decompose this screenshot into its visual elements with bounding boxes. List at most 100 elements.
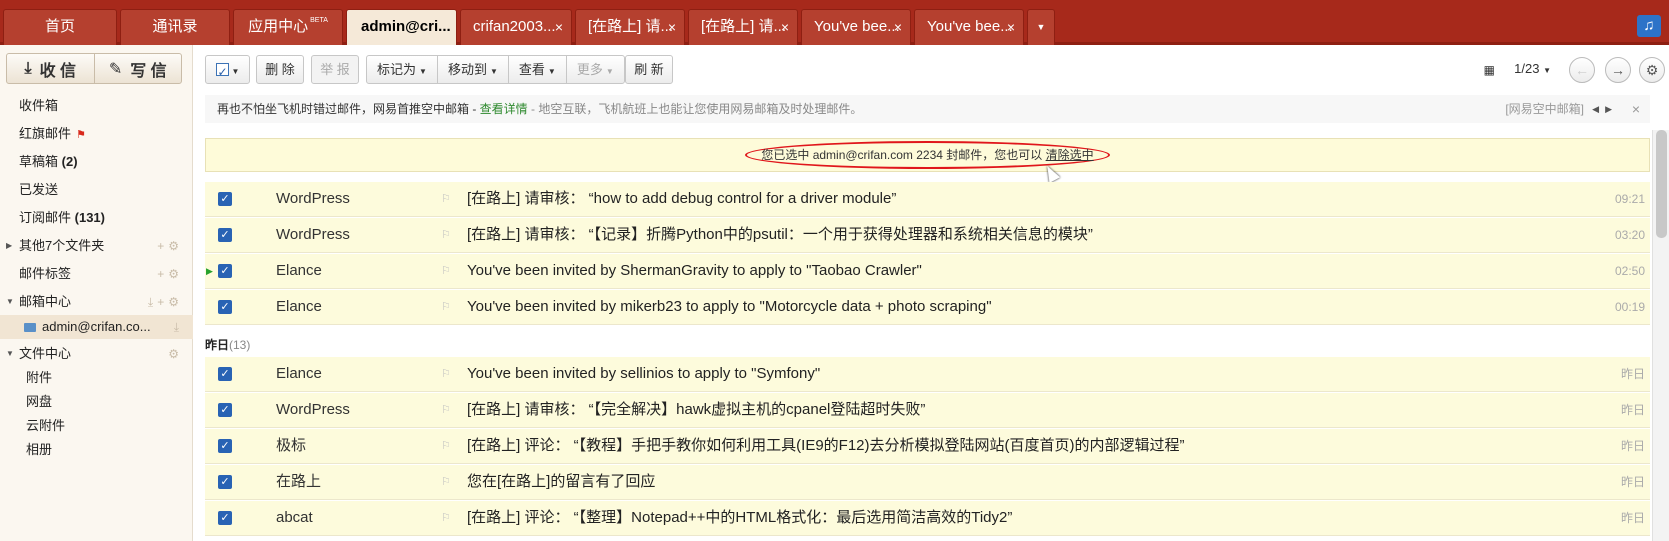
sidebar-item-subscriptions[interactable]: 订阅邮件 (131)	[0, 206, 193, 230]
mail-subject[interactable]: [在路上] 请审核： “【完全解决】hawk虚拟主机的cpanel登陆超时失败”	[467, 393, 925, 427]
scrollbar-thumb[interactable]	[1656, 130, 1667, 238]
row-checkbox[interactable]: ✓	[218, 439, 232, 453]
sidebar-item-cloud-attachments[interactable]: 云附件	[0, 414, 193, 438]
flag-icon[interactable]: ⚐	[441, 290, 451, 324]
mail-row[interactable]: ✓ WordPress ⚐ [在路上] 请审核： “【记录】折腾Python中的…	[205, 218, 1650, 253]
mail-subject[interactable]: You've been invited by ShermanGravity to…	[467, 254, 922, 288]
flag-icon[interactable]: ⚐	[441, 182, 451, 216]
page-selector[interactable]: 1/23 ▼	[1514, 61, 1551, 76]
tab-contacts[interactable]: 通讯录	[120, 9, 230, 45]
mail-row[interactable]: ▶ ✓ Elance ⚐ You've been invited by Sher…	[205, 254, 1650, 289]
sidebar-item-drafts[interactable]: 草稿箱 (2)	[0, 150, 193, 174]
close-icon[interactable]: ×	[1007, 10, 1015, 44]
flag-icon[interactable]: ⚐	[441, 393, 451, 427]
chevron-down-icon[interactable]: ▼	[6, 290, 14, 314]
row-checkbox[interactable]: ✓	[218, 511, 232, 525]
chevron-down-icon[interactable]: ▼	[6, 342, 14, 366]
scrollbar[interactable]	[1652, 130, 1669, 541]
mail-row[interactable]: ✓ abcat ⚐ [在路上] 评论： “【整理】Notepad++中的HTML…	[205, 501, 1650, 536]
flag-icon[interactable]: ⚐	[441, 357, 451, 391]
tab-mail[interactable]: You've bee... ×	[801, 9, 911, 45]
next-page-button[interactable]: →	[1605, 57, 1631, 83]
mail-row[interactable]: ✓ Elance ⚐ You've been invited by sellin…	[205, 357, 1650, 392]
mark-as-dropdown[interactable]: 标记为 ▼	[367, 56, 437, 83]
delete-button[interactable]: 删 除	[256, 55, 304, 84]
tab-mail[interactable]: [在路上] 请... ×	[688, 9, 798, 45]
sidebar-item-inbox[interactable]: 收件箱	[0, 94, 193, 118]
sidebar-item-other-folders[interactable]: ▶ 其他7个文件夹 +⚙	[0, 234, 193, 258]
refresh-button[interactable]: 刷 新	[625, 55, 673, 84]
sidebar-item-attachments[interactable]: 附件	[0, 366, 193, 390]
sidebar-item-flagged[interactable]: 红旗邮件 ⚑	[0, 122, 193, 146]
mail-subject[interactable]: [在路上] 请审核： “how to add debug control for…	[467, 182, 896, 216]
notice-details-link[interactable]: 查看详情	[480, 102, 528, 116]
row-checkbox[interactable]: ✓	[218, 403, 232, 417]
move-to-dropdown[interactable]: 移动到 ▼	[436, 56, 508, 83]
mail-subject[interactable]: 您在[在路上]的留言有了回应	[467, 465, 655, 499]
tab-app-center[interactable]: 应用中心 BETA	[233, 9, 343, 45]
flag-icon[interactable]: ⚐	[441, 465, 451, 499]
mail-row[interactable]: ✓ WordPress ⚐ [在路上] 请审核： “【完全解决】hawk虚拟主机…	[205, 393, 1650, 428]
folder-actions[interactable]: +⚙	[157, 234, 183, 258]
row-checkbox[interactable]: ✓	[218, 192, 232, 206]
close-icon[interactable]: ×	[781, 10, 789, 44]
mail-row[interactable]: ✓ Elance ⚐ You've been invited by mikerb…	[205, 290, 1650, 325]
flag-icon[interactable]: ⚐	[441, 429, 451, 463]
row-checkbox[interactable]: ✓	[218, 264, 232, 278]
sidebar-item-albums[interactable]: 相册	[0, 438, 193, 462]
view-dropdown[interactable]: 查看 ▼	[507, 56, 566, 83]
more-dropdown[interactable]: 更多 ▼	[565, 56, 624, 83]
close-icon[interactable]: ×	[668, 10, 676, 44]
report-button[interactable]: 举 报	[311, 55, 359, 84]
label-actions[interactable]: +⚙	[157, 262, 183, 286]
tab-mail[interactable]: [在路上] 请... ×	[575, 9, 685, 45]
mail-row[interactable]: ✓ WordPress ⚐ [在路上] 请审核： “how to add deb…	[205, 182, 1650, 217]
gear-icon[interactable]: ⚙	[168, 342, 183, 366]
flag-icon[interactable]: ⚐	[441, 254, 451, 288]
mail-row[interactable]: ✓ 在路上 ⚐ 您在[在路上]的留言有了回应 昨日	[205, 465, 1650, 500]
flag-icon[interactable]: ⚐	[441, 218, 451, 252]
sidebar-item-sent[interactable]: 已发送	[0, 178, 193, 202]
row-checkbox[interactable]: ✓	[218, 367, 232, 381]
settings-button[interactable]: ⚙	[1639, 57, 1665, 83]
receive-button[interactable]: ⤓ 收 信	[7, 54, 94, 83]
sidebar-item-labels[interactable]: 邮件标签 +⚙	[0, 262, 193, 286]
mailbox-actions[interactable]: ⤓+⚙	[148, 290, 183, 314]
mail-subject[interactable]: [在路上] 请审核： “【记录】折腾Python中的psutil：一个用于获得处…	[467, 218, 1093, 252]
chevron-right-icon[interactable]: ▶	[6, 234, 12, 258]
sidebar-item-mailbox-center[interactable]: ▼ 邮箱中心 ⤓+⚙	[0, 290, 193, 314]
notice-pager[interactable]: ◀▶	[1592, 95, 1618, 123]
mail-subject[interactable]: [在路上] 评论： “【教程】手把手教你如何利用工具(IE9的F12)去分析模拟…	[467, 429, 1185, 463]
row-checkbox[interactable]: ✓	[218, 300, 232, 314]
tab-mail[interactable]: You've bee... ×	[914, 9, 1024, 45]
sidebar-item-account[interactable]: admin@crifan.co... ⤓	[0, 315, 193, 339]
tab-overflow-dropdown[interactable]: ▼	[1027, 9, 1055, 45]
calendar-icon[interactable]: ▦	[1484, 63, 1495, 77]
mail-subject[interactable]: [在路上] 评论： “【整理】Notepad++中的HTML格式化：最后选用简洁…	[467, 501, 1012, 535]
sidebar-item-file-center[interactable]: ▼ 文件中心 ⚙	[0, 342, 193, 366]
clear-selection-link[interactable]: 清除选中	[1046, 148, 1094, 162]
music-icon[interactable]: ♫	[1637, 15, 1661, 37]
play-icon[interactable]: ▶	[206, 254, 213, 288]
group-count: (13)	[229, 338, 251, 352]
download-icon[interactable]: ⤓	[174, 315, 183, 339]
close-icon[interactable]: ×	[555, 10, 563, 44]
flag-icon[interactable]: ⚐	[441, 501, 451, 535]
mail-sender: Elance	[276, 298, 322, 315]
sidebar-item-netdisk[interactable]: 网盘	[0, 390, 193, 414]
mail-subject[interactable]: You've been invited by mikerb23 to apply…	[467, 290, 992, 324]
prev-page-button[interactable]: ←	[1569, 57, 1595, 83]
tab-mailbox-active[interactable]: admin@cri...	[346, 9, 457, 45]
mail-subject[interactable]: You've been invited by sellinios to appl…	[467, 357, 820, 391]
close-icon[interactable]: ×	[1632, 95, 1640, 123]
compose-button[interactable]: ✎ 写 信	[93, 54, 182, 83]
select-all-dropdown[interactable]: ▼	[205, 55, 250, 86]
mail-row[interactable]: ✓ 极标 ⚐ [在路上] 评论： “【教程】手把手教你如何利用工具(IE9的F1…	[205, 429, 1650, 464]
tab-label: [在路上] 请...	[588, 18, 674, 35]
row-checkbox[interactable]: ✓	[218, 475, 232, 489]
chevron-down-icon: ▼	[419, 67, 427, 76]
row-checkbox[interactable]: ✓	[218, 228, 232, 242]
tab-home[interactable]: 首页	[3, 9, 117, 45]
tab-mail[interactable]: crifan2003... ×	[460, 9, 572, 45]
close-icon[interactable]: ×	[894, 10, 902, 44]
